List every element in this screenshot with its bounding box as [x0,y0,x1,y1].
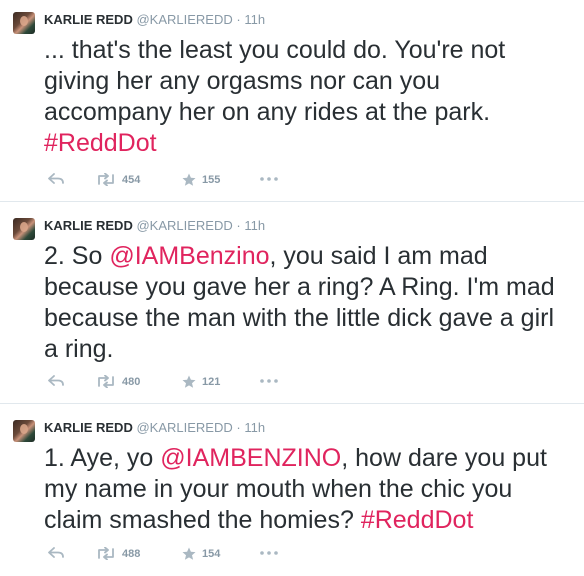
favorite-star-icon [182,173,196,186]
reply-icon [48,547,64,558]
retweet-icon [98,375,114,388]
favorite-button[interactable]: 154 [182,547,220,561]
avatar[interactable] [13,420,35,442]
reply-icon [48,173,64,184]
retweet-button[interactable]: 488 [96,547,140,560]
more-dots-icon [260,379,278,383]
tweet-header: KARLIE REDD @KARLIEREDD · 11h [44,12,265,27]
tweet-text: ... that's the least you could do. You'r… [44,35,574,159]
retweet-count: 488 [122,547,141,560]
timestamp[interactable]: 11h [244,420,265,435]
tweet-text-part: 1. Aye, yo [44,444,161,472]
avatar[interactable] [13,218,35,240]
tweet-text: 1. Aye, yo @IAMBENZINO, how dare you put… [44,443,574,536]
more-button[interactable] [260,177,278,181]
tweet-text-part: ... that's the least you could do. You'r… [44,36,506,126]
hashtag-link[interactable]: #ReddDot [361,506,474,534]
tweet-text: 2. So @IAMBenzino, you said I am mad bec… [44,241,574,365]
hashtag-link[interactable]: #ReddDot [44,129,157,157]
username[interactable]: @KARLIEREDD [136,218,232,233]
timestamp[interactable]: 11h [244,218,265,233]
retweet-button[interactable]: 454 [96,173,140,186]
retweet-count: 454 [122,173,141,186]
tweet-text-part: 2. So [44,242,110,270]
more-button[interactable] [260,551,278,555]
tweet[interactable]: KARLIE REDD @KARLIEREDD · 11h ... that's… [0,0,584,202]
retweet-icon [98,173,114,186]
separator-dot: · [236,218,241,233]
username[interactable]: @KARLIEREDD [136,420,232,435]
reply-button[interactable] [48,547,64,559]
retweet-count: 480 [122,375,141,388]
retweet-icon [98,547,114,560]
tweet-header: KARLIE REDD @KARLIEREDD · 11h [44,420,265,435]
favorite-count: 121 [202,376,221,388]
favorite-count: 154 [202,548,221,560]
display-name[interactable]: KARLIE REDD [44,12,133,27]
separator-dot: · [236,420,241,435]
more-dots-icon [260,177,278,181]
retweet-button[interactable]: 480 [96,375,140,388]
separator-dot: · [236,12,241,27]
more-button[interactable] [260,379,278,383]
mention-link[interactable]: @IAMBENZINO [160,444,341,472]
tweet[interactable]: KARLIE REDD @KARLIEREDD · 11h 2. So @IAM… [0,202,584,404]
reply-button[interactable] [48,173,64,185]
display-name[interactable]: KARLIE REDD [44,218,133,233]
favorite-star-icon [182,375,196,388]
favorite-button[interactable]: 121 [182,375,220,389]
more-dots-icon [260,551,278,555]
username[interactable]: @KARLIEREDD [136,12,232,27]
tweet[interactable]: KARLIE REDD @KARLIEREDD · 11h 1. Aye, yo… [0,404,584,576]
reply-icon [48,375,64,386]
avatar[interactable] [13,12,35,34]
favorite-button[interactable]: 155 [182,173,220,187]
reply-button[interactable] [48,375,64,387]
display-name[interactable]: KARLIE REDD [44,420,133,435]
tweet-header: KARLIE REDD @KARLIEREDD · 11h [44,218,265,233]
mention-link[interactable]: @IAMBenzino [109,242,269,270]
timestamp[interactable]: 11h [244,12,265,27]
favorite-count: 155 [202,174,221,186]
favorite-star-icon [182,547,196,560]
